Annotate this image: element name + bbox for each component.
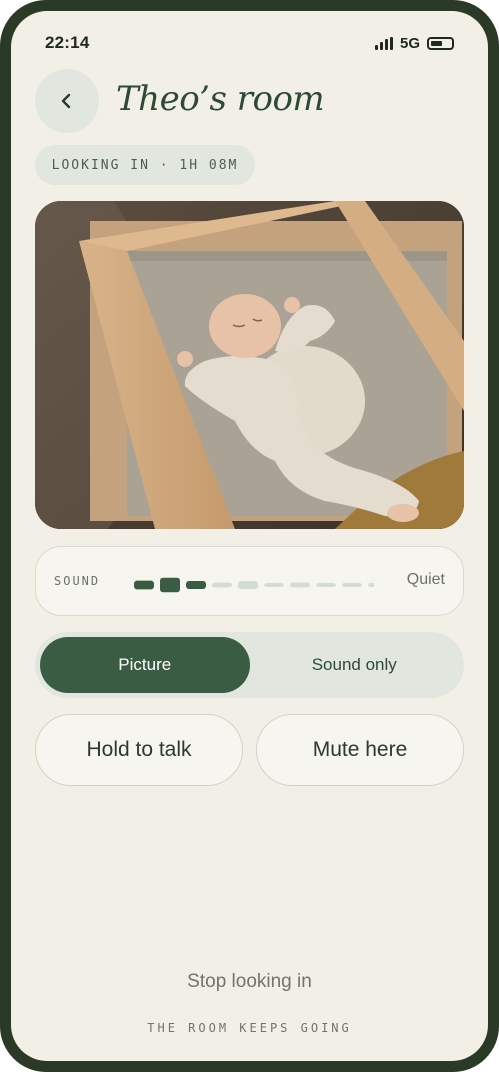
battery-icon xyxy=(427,36,454,50)
sound-level-bar xyxy=(264,583,284,587)
status-time: 22:14 xyxy=(45,33,90,52)
mode-sound-only-option[interactable]: Sound only xyxy=(250,637,460,693)
sound-level-bar xyxy=(160,577,180,593)
sound-level-bar xyxy=(290,582,310,588)
baby-crib-image xyxy=(35,201,464,529)
sound-level-bar xyxy=(134,580,154,590)
status-bar: 22:14 5G xyxy=(45,31,454,55)
status-icons: 5G xyxy=(374,34,454,52)
footer-caption: THE ROOM KEEPS GOING xyxy=(147,1021,352,1035)
sound-level-bar xyxy=(316,583,336,587)
sound-label: SOUND xyxy=(54,574,101,588)
stop-looking-button[interactable]: Stop looking in xyxy=(11,971,488,993)
session-chip: LOOKING IN · 1H 08M xyxy=(35,145,255,185)
sound-level-bar xyxy=(186,581,206,589)
screen: 22:14 5G Theo’s room LOOKING IN · 1H 08M xyxy=(11,11,488,1061)
sound-level-bar xyxy=(342,583,362,587)
sound-status: Quiet xyxy=(406,571,445,588)
mode-toggle: Picture Sound only xyxy=(35,632,464,698)
network-label: 5G xyxy=(399,34,420,52)
phone-frame: 22:14 5G Theo’s room LOOKING IN · 1H 08M xyxy=(0,0,499,1072)
mode-picture-option[interactable]: Picture xyxy=(40,637,250,693)
mute-here-button[interactable]: Mute here xyxy=(256,714,464,786)
signal-icon xyxy=(374,36,393,50)
camera-feed[interactable] xyxy=(35,201,464,529)
sound-level-bar xyxy=(212,582,232,588)
hold-to-talk-button[interactable]: Hold to talk xyxy=(35,714,243,786)
action-row: Hold to talk Mute here xyxy=(35,714,464,786)
sound-level-bar xyxy=(238,581,258,589)
back-button[interactable] xyxy=(35,69,99,133)
chevron-left-icon xyxy=(61,93,71,109)
sound-level-bar xyxy=(368,583,374,587)
page-title: Theo’s room xyxy=(116,79,325,119)
sound-meter-card: SOUND Quiet xyxy=(35,546,464,616)
sound-level-meter xyxy=(134,577,374,593)
